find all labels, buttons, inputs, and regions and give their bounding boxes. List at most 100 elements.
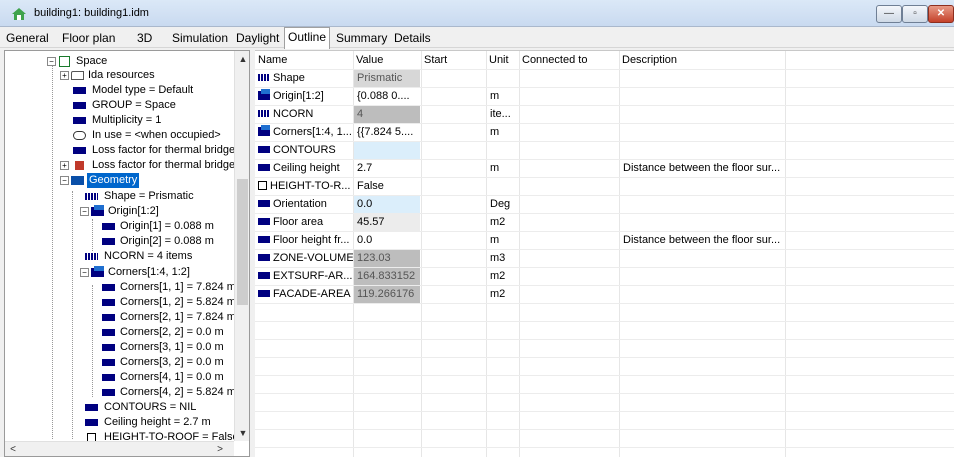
grid-name-cell[interactable]: Floor area xyxy=(255,214,353,231)
grid-name-cell[interactable]: ZONE-VOLUME xyxy=(255,250,353,267)
tree-item-corner[interactable]: Corners[1, 1] = 7.824 m xyxy=(5,280,236,295)
grid-row-line xyxy=(255,303,954,304)
tree-item-loss-factor[interactable]: Loss factor for thermal bridges xyxy=(5,143,241,158)
collapse-icon[interactable]: − xyxy=(80,207,89,216)
window-title: building1: building1.idm xyxy=(34,7,149,19)
grid-name-cell[interactable]: EXTSURF-AR... xyxy=(255,268,353,285)
grid-value-cell[interactable]: 164.833152 xyxy=(354,268,420,285)
attribute-icon xyxy=(73,102,86,109)
grid-value-cell[interactable]: False xyxy=(354,178,420,195)
tree-item-corner[interactable]: Corners[3, 1] = 0.0 m xyxy=(5,340,234,355)
tree-vertical-scrollbar[interactable]: ▲ ▼ xyxy=(234,51,249,441)
tree-item-model-type[interactable]: Model type = Default xyxy=(5,83,234,98)
attribute-icon xyxy=(73,117,86,124)
grid-value-cell[interactable]: 4 xyxy=(354,106,420,123)
grid-name-cell[interactable]: Orientation xyxy=(255,196,353,213)
grid-value-cell[interactable]: 119.266176 xyxy=(354,286,420,303)
close-button[interactable]: ✕ xyxy=(928,5,954,23)
grid-value-cell[interactable]: Prismatic xyxy=(354,70,420,87)
column-header-value[interactable]: Value xyxy=(353,51,421,69)
scroll-thumb[interactable] xyxy=(237,179,248,305)
grid-value-cell[interactable] xyxy=(354,142,420,159)
tab-general[interactable]: General xyxy=(6,30,49,48)
folder-icon xyxy=(71,71,84,80)
grid-name-cell[interactable]: Shape xyxy=(255,70,353,87)
expand-icon[interactable]: + xyxy=(60,161,69,170)
grid-value-cell[interactable]: 0.0 xyxy=(354,232,420,249)
grid-name-cell[interactable]: NCORN xyxy=(255,106,353,123)
grid-value-cell[interactable]: 123.03 xyxy=(354,250,420,267)
grid-column-line xyxy=(619,51,620,457)
column-header-connected-to[interactable]: Connected to xyxy=(519,51,619,69)
tree-item-corners[interactable]: − Corners[1:4, 1:2] xyxy=(5,265,234,280)
tree-item-shape[interactable]: Shape = Prismatic xyxy=(5,189,234,204)
scroll-down-icon[interactable]: ▼ xyxy=(235,425,249,441)
tree-item-corner[interactable]: Corners[3, 2] = 0.0 m xyxy=(5,355,234,370)
tree-item-in-use[interactable]: In use = <when occupied> xyxy=(5,128,234,143)
grid-name-cell[interactable]: Corners[1:4, 1... xyxy=(255,124,353,141)
scroll-right-icon[interactable]: > xyxy=(212,442,228,456)
grid-row-line xyxy=(255,393,954,394)
attribute-icon xyxy=(258,145,270,153)
grid-name-cell[interactable]: HEIGHT-TO-R... xyxy=(255,178,353,195)
tree-horizontal-scrollbar[interactable]: < > xyxy=(5,441,234,456)
tree-item-corner[interactable]: Corners[2, 1] = 7.824 m xyxy=(5,310,236,325)
expand-icon[interactable]: + xyxy=(60,71,69,80)
tree-item-corner[interactable]: Corners[4, 2] = 5.824 m xyxy=(5,385,236,400)
tree-item-origin-2[interactable]: Origin[2] = 0.088 m xyxy=(5,234,234,249)
scroll-up-icon[interactable]: ▲ xyxy=(235,51,249,67)
tab-details[interactable]: Details xyxy=(394,30,431,48)
grid-value-cell[interactable]: 2.7 xyxy=(354,160,420,177)
column-header-description[interactable]: Description xyxy=(619,51,785,69)
model-tree[interactable]: − Space + Ida resources Model type = Def… xyxy=(4,50,250,457)
attribute-icon xyxy=(258,199,270,207)
grid-value-cell[interactable]: 0.0 xyxy=(354,196,420,213)
grid-name-cell[interactable]: CONTOURS xyxy=(255,142,353,159)
maximize-button[interactable]: ▫ xyxy=(902,5,928,23)
tree-item-space[interactable]: − Space xyxy=(5,54,234,69)
grid-value-cell[interactable]: {{7.824 5.... xyxy=(354,124,420,141)
tab-summary[interactable]: Summary xyxy=(336,30,387,48)
grid-value-cell[interactable]: {0.088 0.... xyxy=(354,88,420,105)
tree-item-ceiling-height[interactable]: Ceiling height = 2.7 m xyxy=(5,415,234,430)
tree-item-group[interactable]: GROUP = Space xyxy=(5,98,234,113)
tree-item-height-to-roof[interactable]: HEIGHT-TO-ROOF = False xyxy=(5,430,234,441)
grid-unit-cell: m2 xyxy=(490,270,506,282)
grid-value-cell[interactable]: 45.57 xyxy=(354,214,420,231)
tree-item-corner[interactable]: Corners[4, 1] = 0.0 m xyxy=(5,370,234,385)
tree-item-contours[interactable]: CONTOURS = NIL xyxy=(5,400,234,415)
attribute-icon xyxy=(258,271,270,279)
tab-3d[interactable]: 3D xyxy=(137,30,152,48)
column-header-name[interactable]: Name xyxy=(255,51,353,69)
grid-column-line xyxy=(785,51,786,457)
collapse-icon[interactable]: − xyxy=(47,57,56,66)
grid-name-cell[interactable]: Ceiling height xyxy=(255,160,353,177)
collapse-icon[interactable]: − xyxy=(60,176,69,185)
column-header-unit[interactable]: Unit xyxy=(486,51,519,69)
grid-name-cell[interactable]: Floor height fr... xyxy=(255,232,353,249)
tree-item-origin-1[interactable]: Origin[1] = 0.088 m xyxy=(5,219,234,234)
tree-item-multiplicity[interactable]: Multiplicity = 1 xyxy=(5,113,234,128)
scroll-left-icon[interactable]: < xyxy=(5,442,21,456)
tab-simulation[interactable]: Simulation xyxy=(172,30,228,48)
tree-item-geometry[interactable]: − Geometry xyxy=(5,173,234,188)
grid-name-cell[interactable]: FACADE-AREA xyxy=(255,286,353,303)
properties-grid[interactable]: Name Value Start Unit Connected to Descr… xyxy=(255,50,954,457)
tree-item-corner[interactable]: Corners[1, 2] = 5.824 m xyxy=(5,295,236,310)
collapse-icon[interactable]: − xyxy=(80,268,89,277)
grid-name-cell[interactable]: Origin[1:2] xyxy=(255,88,353,105)
tree-item-ncorn[interactable]: NCORN = 4 items xyxy=(5,249,234,264)
tree-item-ida-resources[interactable]: + Ida resources xyxy=(5,68,234,83)
tab-outline[interactable]: Outline xyxy=(284,27,331,49)
vector-icon xyxy=(91,266,104,277)
tab-floor-plan[interactable]: Floor plan xyxy=(62,30,115,48)
enum-icon xyxy=(85,193,98,200)
tab-bar: General Floor plan 3D Simulation Dayligh… xyxy=(0,27,954,49)
tree-item-loss-factor-folder[interactable]: + Loss factor for thermal bridges xyxy=(5,158,241,173)
attribute-icon xyxy=(102,284,115,291)
minimize-button[interactable]: — xyxy=(876,5,902,23)
tab-daylight[interactable]: Daylight xyxy=(236,30,279,48)
tree-item-origin[interactable]: − Origin[1:2] xyxy=(5,204,234,219)
column-header-start[interactable]: Start xyxy=(421,51,486,69)
tree-item-corner[interactable]: Corners[2, 2] = 0.0 m xyxy=(5,325,234,340)
